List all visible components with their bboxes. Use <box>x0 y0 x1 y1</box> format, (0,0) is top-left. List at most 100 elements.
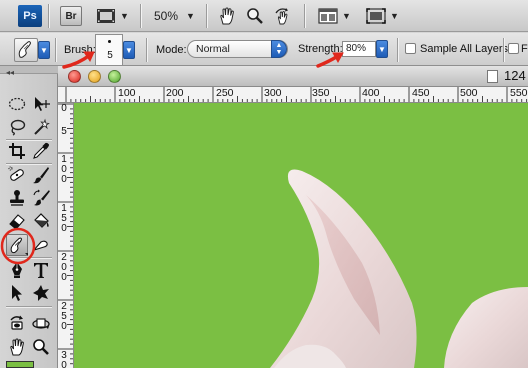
spot-healing-brush-tool[interactable] <box>6 164 28 186</box>
photoshop-logo-icon[interactable]: Ps <box>18 5 42 27</box>
zoom-window-button[interactable] <box>108 70 121 83</box>
eraser-icon <box>9 214 25 230</box>
view-extras-button[interactable] <box>96 5 116 27</box>
strength-input[interactable]: 80% <box>342 41 376 57</box>
rotate-view-button[interactable] <box>273 5 293 27</box>
chevron-down-icon[interactable]: ▼ <box>390 5 399 27</box>
bridge-button[interactable]: Br <box>60 6 82 26</box>
hand-icon <box>10 338 24 356</box>
divider <box>304 4 305 28</box>
strength-slider-dropdown-icon[interactable]: ▼ <box>376 40 388 58</box>
dodge-tool[interactable] <box>30 234 52 256</box>
path-selection-tool[interactable] <box>6 282 28 304</box>
ruler-label: 350 <box>312 87 330 99</box>
arrow-pointer-icon <box>12 285 22 301</box>
paint-bucket-tool[interactable] <box>30 210 52 232</box>
hand-icon <box>220 7 234 25</box>
eraser-tool[interactable] <box>6 210 28 232</box>
brush-label: Brush: <box>64 44 96 56</box>
history-brush-tool[interactable] <box>30 187 52 209</box>
ruler-label: 200 <box>166 87 184 99</box>
paintbrush-icon <box>33 167 49 184</box>
custom-shape-tool[interactable] <box>30 282 52 304</box>
custom-shape-icon <box>33 285 49 301</box>
divider <box>48 4 49 28</box>
divider <box>206 4 207 28</box>
close-window-button[interactable] <box>68 70 81 83</box>
collapse-toolbox-icon[interactable]: ◂◂ <box>6 68 14 77</box>
finger-painting-checkbox[interactable] <box>508 43 519 54</box>
brush-picker-dropdown-icon[interactable]: ▼ <box>123 41 135 59</box>
zoom-level[interactable]: 50% <box>154 5 178 27</box>
document-title-bar <box>58 66 528 87</box>
dodge-icon <box>32 240 48 252</box>
film-strip-icon <box>97 9 115 23</box>
finger-painting-label: Fi <box>521 43 528 55</box>
screen-mode-button[interactable] <box>366 5 386 27</box>
lasso-tool[interactable] <box>6 116 28 138</box>
zoom-dropdown-icon[interactable]: ▼ <box>186 5 195 27</box>
pen-tool[interactable] <box>6 259 28 281</box>
3d-orbit-icon <box>32 318 50 329</box>
mode-select-arrows-icon: ▲ ▼ <box>271 40 287 58</box>
sample-all-layers-label: Sample All Layers <box>420 43 509 55</box>
ruler-label: 250 <box>216 87 234 99</box>
zoom-tool-button[interactable] <box>246 5 264 27</box>
minimize-window-button[interactable] <box>88 70 101 83</box>
type-tool[interactable] <box>30 259 52 281</box>
document-title: 124 <box>504 68 526 83</box>
ruler-label: 3 0 0 <box>61 350 67 368</box>
mode-label: Mode: <box>156 44 187 56</box>
ruler-label: 5 <box>61 126 67 137</box>
brush-size-value: 5 <box>107 50 113 61</box>
zoom-tool[interactable] <box>30 336 52 358</box>
strength-label: Strength: <box>298 43 343 55</box>
magnifier-icon <box>33 339 49 355</box>
vertical-ruler[interactable]: 0 5 1 0 0 1 5 0 2 0 0 2 5 0 3 0 0 <box>58 103 74 368</box>
move-icon <box>35 97 50 111</box>
history-brush-icon <box>33 189 50 206</box>
sample-all-layers-checkbox[interactable] <box>405 43 416 54</box>
tool-preset-dropdown-icon[interactable]: ▼ <box>38 41 50 59</box>
ruler-label: 2 0 0 <box>61 252 67 283</box>
chevron-down-icon[interactable]: ▼ <box>120 5 129 27</box>
toolbox-divider <box>6 306 52 307</box>
3d-orbit-tool[interactable] <box>30 312 52 334</box>
divider <box>140 4 141 28</box>
bandage-icon <box>8 166 24 181</box>
3d-rotate-tool[interactable] <box>6 312 28 334</box>
marquee-tool[interactable] <box>6 93 28 115</box>
hand-tool-button[interactable] <box>218 5 236 27</box>
smudge-finger-icon <box>18 41 32 58</box>
chevron-down-icon[interactable]: ▼ <box>342 5 351 27</box>
move-tool[interactable] <box>30 93 52 115</box>
horizontal-ruler[interactable]: 100 200 250 300 350 400 450 500 550 <box>58 87 528 103</box>
3d-rotate-icon <box>10 315 23 330</box>
crop-icon <box>9 143 25 159</box>
document-canvas[interactable] <box>74 103 528 368</box>
crop-tool[interactable] <box>6 140 28 162</box>
ruler-label: 300 <box>264 87 282 99</box>
hand-tool[interactable] <box>6 336 28 358</box>
tool-preset-picker[interactable] <box>14 38 38 62</box>
ruler-label: 2 5 0 <box>61 301 67 332</box>
mode-select[interactable]: Normal ▲ ▼ <box>187 40 288 58</box>
pen-nib-icon <box>12 262 22 278</box>
magic-wand-icon <box>34 118 50 135</box>
tool-flyout-icon <box>25 253 28 256</box>
elliptical-marquee-icon <box>8 97 26 111</box>
brush-tip-icon <box>108 40 111 43</box>
arrange-documents-button[interactable] <box>318 5 338 27</box>
brush-tool[interactable] <box>30 164 52 186</box>
foreground-color-swatch[interactable] <box>6 361 34 368</box>
ruler-label: 450 <box>412 87 430 99</box>
brush-preset-preview[interactable]: 5 <box>95 34 123 66</box>
clone-stamp-tool[interactable] <box>6 187 28 209</box>
ruler-label: 100 <box>118 87 136 99</box>
document-icon <box>487 70 498 83</box>
eyedropper-icon <box>33 142 50 159</box>
divider <box>55 38 56 62</box>
subject-second-ear <box>444 287 528 368</box>
eyedropper-tool[interactable] <box>30 140 52 162</box>
magic-wand-tool[interactable] <box>30 116 52 138</box>
